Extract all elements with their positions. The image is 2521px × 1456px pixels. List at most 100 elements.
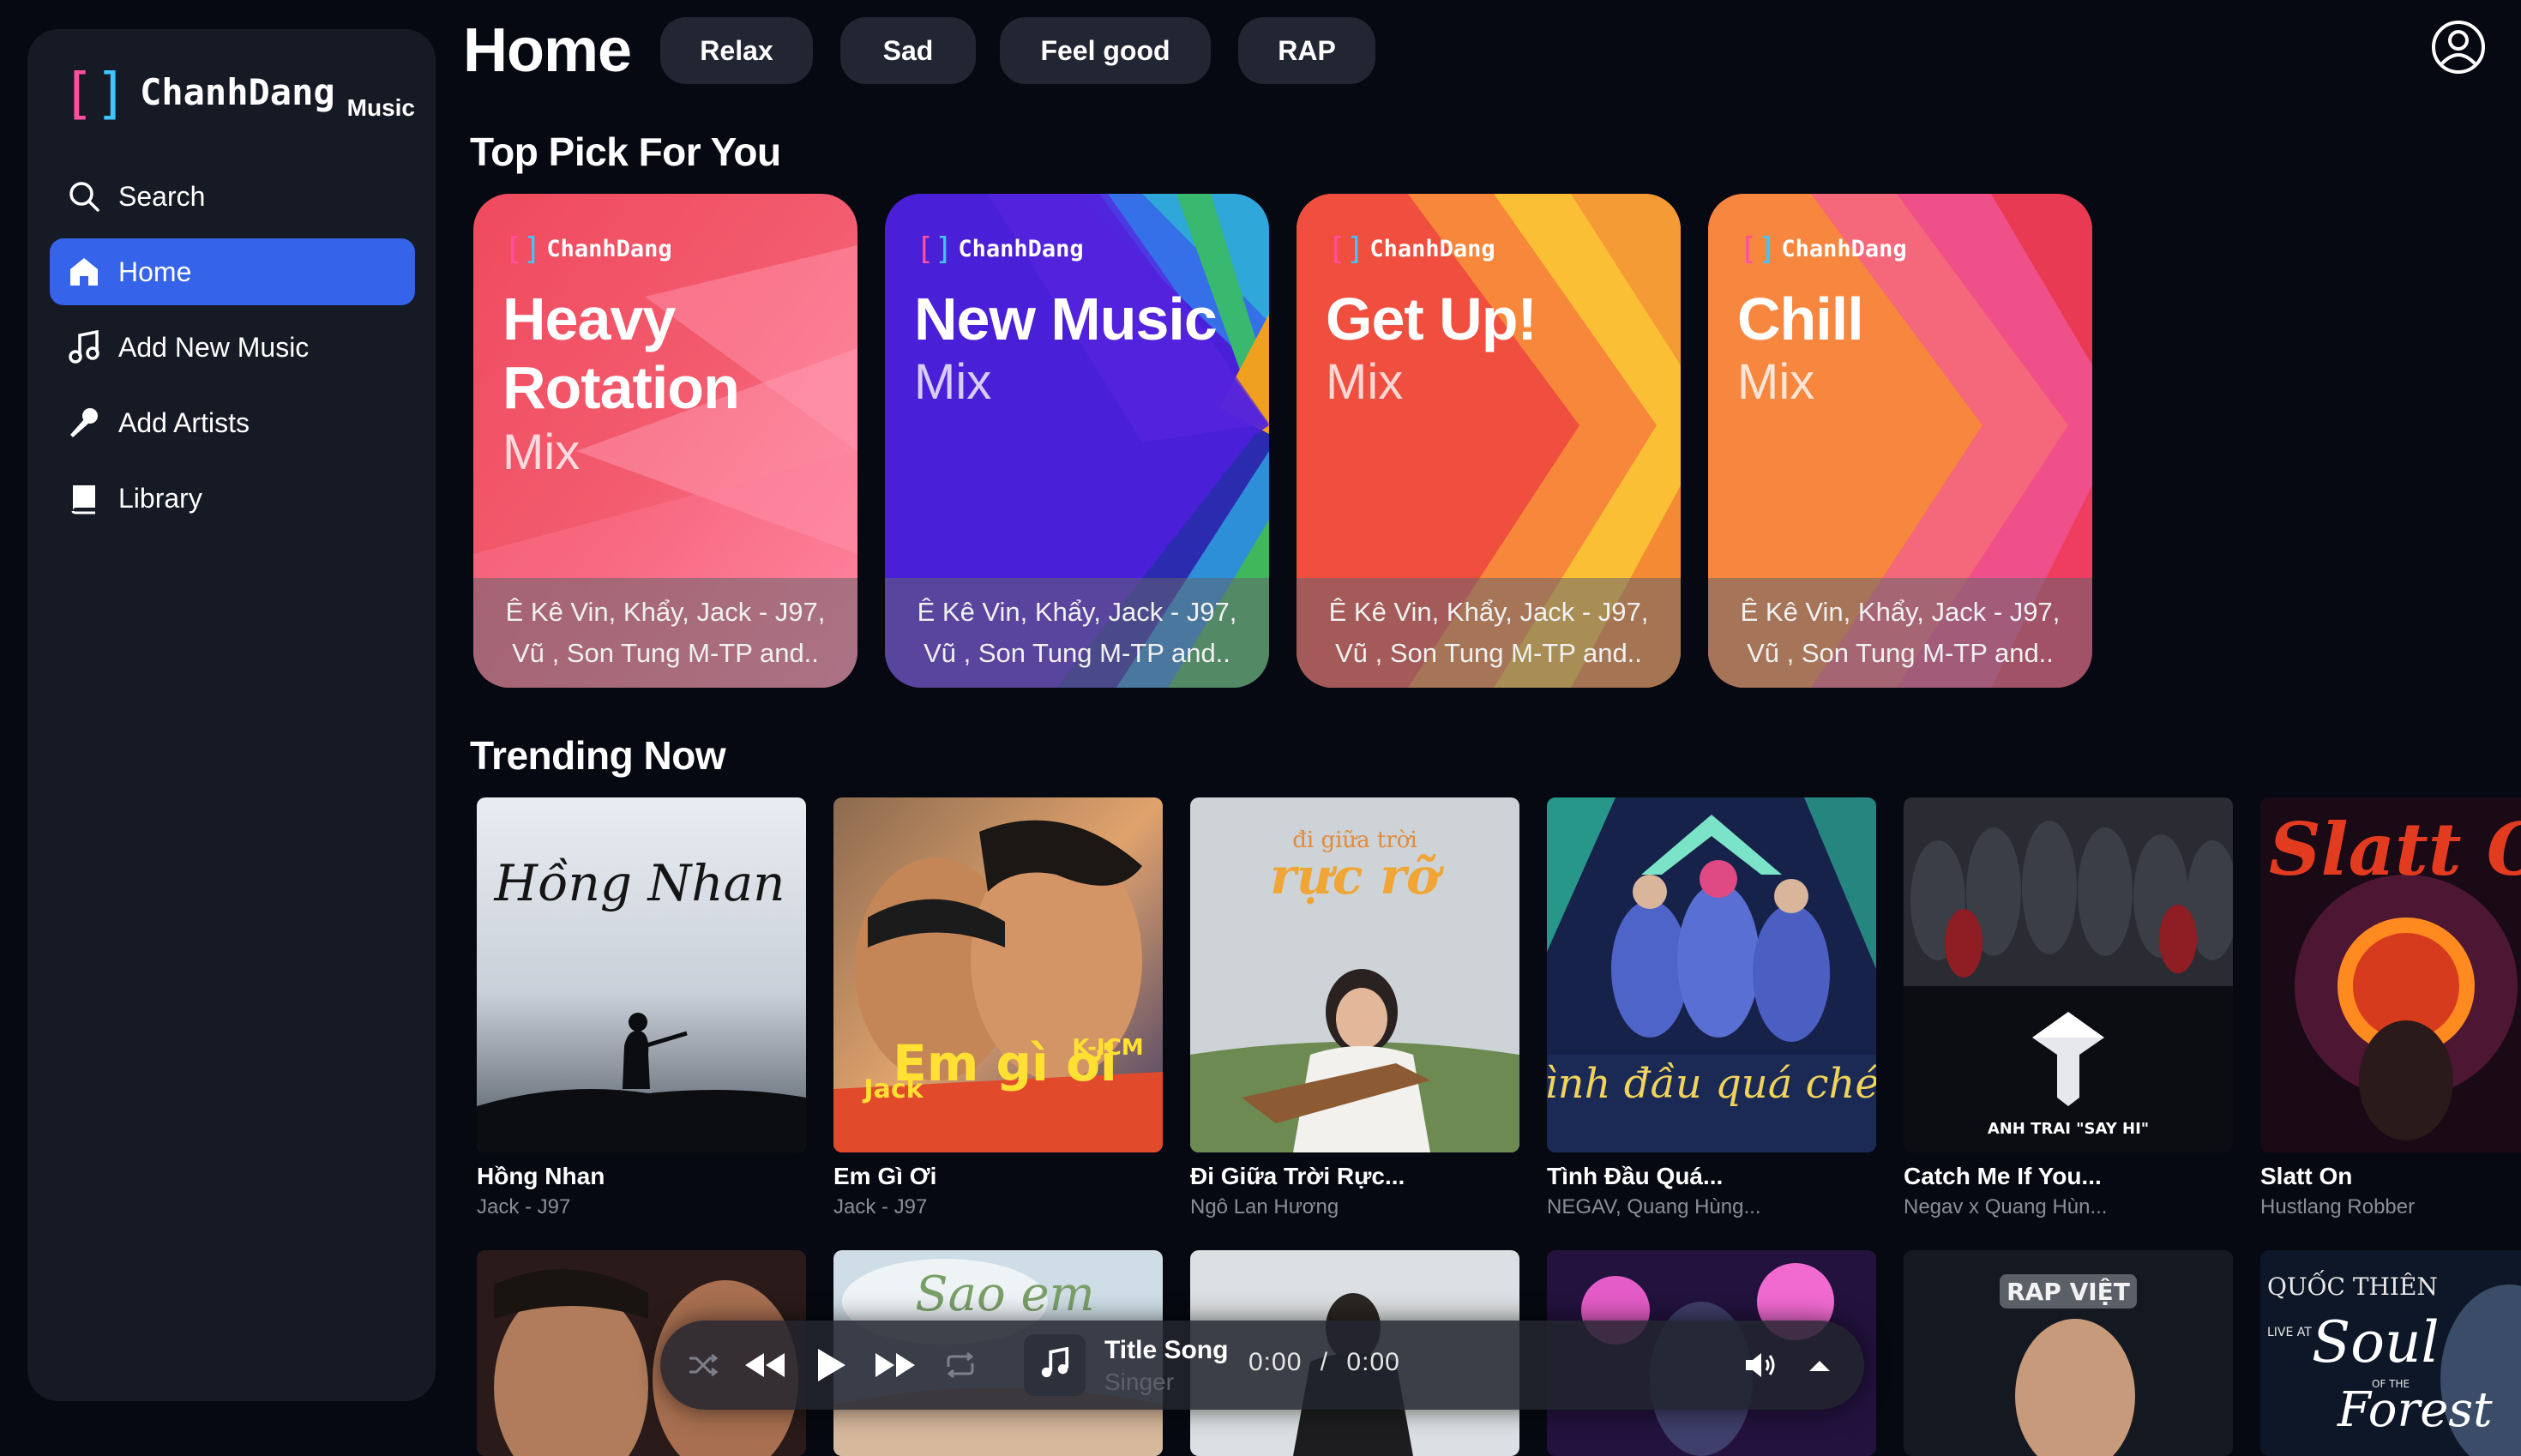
- track-title: Đi Giữa Trời Rực...: [1190, 1163, 1405, 1189]
- repeat-icon[interactable]: [935, 1339, 986, 1391]
- sidebar-item-label: Add New Music: [118, 331, 310, 363]
- mix-card-artists: Ê Kê Vin, Khẩy, Jack - J97, Vũ , Son Tung…: [885, 578, 1269, 688]
- music-note-icon: [67, 330, 101, 364]
- track-card[interactable]: Slatt O Slatt On Hustlang Robber: [2260, 797, 2521, 1219]
- duration: 0:00: [1346, 1348, 1400, 1376]
- music-note-icon: [1039, 1346, 1070, 1384]
- track-artist: Ngô Lan Hương: [1190, 1195, 1339, 1218]
- mix-card-subtitle: Mix: [914, 354, 992, 410]
- cover-text: QUỐC THIÊN: [2267, 1269, 2438, 1301]
- logo-name: ChanhDang: [140, 71, 335, 113]
- cover-text: ANH TRAI "SAY HI": [1988, 1120, 2149, 1138]
- cover-text: Sao em: [915, 1266, 1095, 1322]
- search-icon: [67, 179, 101, 214]
- track-title: Tình Đầu Quá...: [1547, 1163, 1724, 1189]
- sidebar: [ ] ChanhDang Music Search Home Add New …: [27, 29, 436, 1401]
- filter-chip-rap[interactable]: RAP: [1238, 17, 1375, 84]
- cover-text: LIVE AT: [2267, 1326, 2312, 1339]
- mix-card-chill[interactable]: [] ChanhDang Chill Mix Ê Kê Vin, Khẩy, Ja…: [1708, 194, 2092, 688]
- track-card[interactable]: ANH TRAI "SAY HI" Catch Me If You... Neg…: [1904, 797, 2233, 1219]
- sidebar-item-add-artists[interactable]: Add Artists: [50, 389, 415, 456]
- fast-forward-icon[interactable]: [869, 1339, 921, 1391]
- mix-card-new-music[interactable]: [] ChanhDang New Music Mix Ê Kê Vin, Khẩy…: [885, 194, 1269, 688]
- home-icon: [67, 255, 101, 289]
- cover-text: Hồng Nhan: [493, 854, 785, 912]
- track-artist: Jack - J97: [477, 1195, 571, 1218]
- sidebar-item-library[interactable]: Library: [50, 465, 415, 532]
- sidebar-item-search[interactable]: Search: [50, 163, 415, 230]
- sidebar-item-home[interactable]: Home: [50, 238, 415, 305]
- track-title: Hồng Nhan: [477, 1163, 605, 1189]
- track-cover: đi giữa trời rực rỡ: [1190, 797, 1519, 1152]
- play-icon[interactable]: [804, 1339, 856, 1391]
- cover-text: Forest: [2337, 1382, 2493, 1438]
- track-cover: Em gì ơi Jack K-ICM: [833, 797, 1163, 1152]
- track-title: Em Gì Ơi: [833, 1163, 937, 1189]
- sidebar-item-add-new-music[interactable]: Add New Music: [50, 314, 415, 381]
- mix-card-artists: Ê Kê Vin, Khẩy, Jack - J97, Vũ , Son Tung…: [1708, 578, 2092, 688]
- rewind-icon[interactable]: [739, 1339, 791, 1391]
- mix-card-title: Get Up!: [1326, 286, 1537, 352]
- mix-card-artists: Ê Kê Vin, Khẩy, Jack - J97, Vũ , Son Tung…: [1297, 578, 1681, 688]
- mix-card-brand: [] ChanhDang: [504, 232, 672, 267]
- sidebar-item-label: Add Artists: [118, 406, 250, 438]
- section-title-trending: Trending Now: [470, 733, 726, 778]
- expand-up-icon[interactable]: [1794, 1339, 1845, 1391]
- mix-card-brand: [] ChanhDang: [916, 232, 1084, 267]
- track-cover[interactable]: QUỐC THIÊN LIVE AT Soul OF THE Forest: [2260, 1250, 2521, 1456]
- track-card[interactable]: Hồng Nhan Hồng Nhan Jack - J97: [477, 797, 806, 1219]
- mix-card-subtitle: Mix: [1737, 354, 1815, 410]
- track-cover: ANH TRAI "SAY HI": [1904, 797, 2233, 1152]
- player-bar: Title Song Singer 0:00 / 0:00: [660, 1321, 1864, 1410]
- track-card[interactable]: Em gì ơi Jack K-ICM Em Gì Ơi Jack - J97: [833, 797, 1163, 1219]
- cover-text: Tình đầu quá chén: [1547, 1060, 1876, 1108]
- track-card[interactable]: đi giữa trời rực rỡ Đi Giữa Trời Rực... …: [1190, 797, 1519, 1219]
- now-playing-artwork: [1024, 1334, 1086, 1396]
- mix-card-subtitle: Mix: [1326, 354, 1404, 410]
- track-cover: Tình đầu quá chén: [1547, 797, 1876, 1152]
- cover-text: Slatt O: [2269, 807, 2521, 892]
- microphone-icon: [67, 406, 101, 440]
- app-logo[interactable]: [ ] ChanhDang Music: [62, 67, 415, 122]
- page-title: Home: [463, 16, 632, 85]
- mix-card-brand: [] ChanhDang: [1327, 232, 1495, 267]
- now-playing-title: Title Song: [1104, 1336, 1229, 1364]
- mix-card-heavy-rotation[interactable]: [] ChanhDang Heavy Rotation Mix Ê Kê Vin, …: [473, 194, 857, 688]
- track-cover: Slatt O: [2260, 797, 2521, 1152]
- mix-card-subtitle: Mix: [502, 424, 581, 480]
- track-card[interactable]: Tình đầu quá chén Tình Đầu Quá... NEGAV,…: [1547, 797, 1876, 1219]
- cover-text: rực rỡ: [1270, 847, 1444, 905]
- cover-text: K-ICM: [1072, 1035, 1143, 1061]
- current-time: 0:00: [1248, 1348, 1303, 1376]
- mix-card-title: Chill: [1737, 286, 1864, 352]
- filter-chip-sad[interactable]: Sad: [840, 17, 976, 84]
- filter-chip-feel-good[interactable]: Feel good: [1000, 17, 1211, 84]
- cover-text: RAP VIỆT: [2007, 1277, 2130, 1306]
- logo-bracket-left: [: [62, 63, 95, 126]
- track-artist: NEGAV, Quang Hùng...: [1547, 1195, 1761, 1218]
- mix-card-artists: Ê Kê Vin, Khẩy, Jack - J97, Vũ , Son Tung…: [473, 578, 857, 688]
- logo-subtitle: Music: [346, 94, 415, 121]
- section-title-top-pick: Top Pick For You: [470, 129, 781, 174]
- book-icon: [67, 481, 101, 515]
- sidebar-item-label: Home: [118, 256, 192, 287]
- sidebar-nav: Search Home Add New Music Add Artists Li…: [50, 163, 415, 540]
- track-artist: Negav x Quang Hùn...: [1904, 1195, 2108, 1218]
- track-artist: Hustlang Robber: [2260, 1195, 2416, 1218]
- track-artist: Jack - J97: [833, 1195, 928, 1218]
- mix-card-get-up[interactable]: [] ChanhDang Get Up! Mix Ê Kê Vin, Khẩy, …: [1297, 194, 1681, 688]
- cover-text: Jack: [862, 1074, 924, 1104]
- cover-text: Soul: [2312, 1309, 2440, 1375]
- filter-chip-relax[interactable]: Relax: [660, 17, 813, 84]
- track-title: Catch Me If You...: [1904, 1163, 2102, 1189]
- volume-icon[interactable]: [1736, 1339, 1787, 1391]
- track-title: Slatt On: [2260, 1163, 2353, 1189]
- logo-bracket-right: ]: [94, 63, 129, 126]
- track-cover: Hồng Nhan: [477, 797, 806, 1152]
- time-separator: /: [1320, 1348, 1329, 1376]
- shuffle-icon[interactable]: [677, 1339, 729, 1391]
- mix-card-title: Heavy Rotation: [502, 286, 740, 421]
- sidebar-item-label: Search: [118, 180, 206, 212]
- track-cover[interactable]: RAP VIỆT: [1904, 1250, 2233, 1456]
- user-circle-icon[interactable]: [2430, 19, 2487, 75]
